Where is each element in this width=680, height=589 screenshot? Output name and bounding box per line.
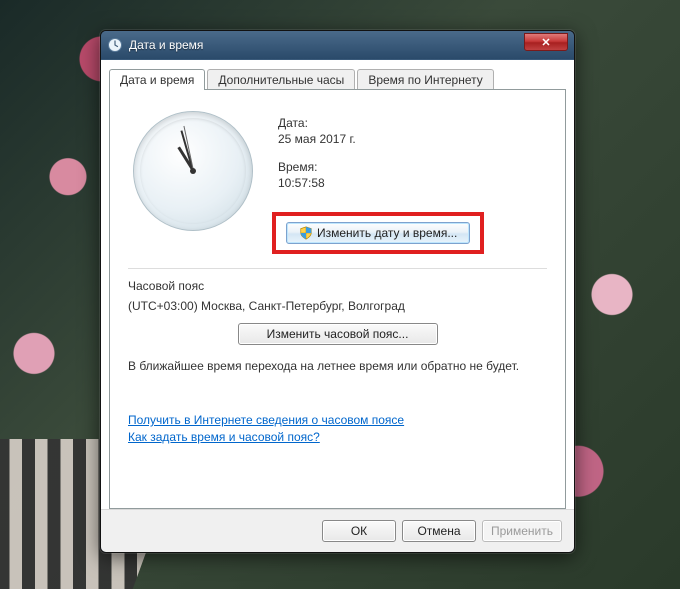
tab-internet-time[interactable]: Время по Интернету: [357, 69, 493, 90]
date-label: Дата:: [278, 116, 547, 130]
date-time-dialog: Дата и время ✕ Дата и время Дополнительн…: [100, 30, 575, 553]
timezone-section-label: Часовой пояс: [128, 279, 547, 293]
shield-icon: [299, 226, 313, 240]
help-links: Получить в Интернете сведения о часовом …: [128, 413, 547, 444]
tab-date-time[interactable]: Дата и время: [109, 69, 205, 90]
clock-icon: [107, 37, 123, 53]
client-area: Дата и время Дополнительные часы Время п…: [101, 59, 574, 509]
date-value: 25 мая 2017 г.: [278, 132, 547, 146]
separator: [128, 268, 547, 269]
timezone-value: (UTC+03:00) Москва, Санкт-Петербург, Вол…: [128, 299, 547, 313]
apply-button[interactable]: Применить: [482, 520, 562, 542]
tab-strip: Дата и время Дополнительные часы Время п…: [109, 69, 566, 90]
time-value: 10:57:58: [278, 176, 547, 190]
time-label: Время:: [278, 160, 547, 174]
tab-additional-clocks[interactable]: Дополнительные часы: [207, 69, 355, 90]
tab-pane: Дата: 25 мая 2017 г. Время: 10:57:58 Изм…: [109, 89, 566, 509]
close-button[interactable]: ✕: [524, 33, 568, 51]
titlebar[interactable]: Дата и время ✕: [101, 31, 574, 59]
datetime-readout: Дата: 25 мая 2017 г. Время: 10:57:58 Изм…: [278, 106, 547, 254]
highlight-annotation: Изменить дату и время...: [272, 212, 484, 254]
timezone-info-link[interactable]: Получить в Интернете сведения о часовом …: [128, 413, 547, 427]
howto-link[interactable]: Как задать время и часовой пояс?: [128, 430, 547, 444]
ok-button[interactable]: ОК: [322, 520, 396, 542]
window-title: Дата и время: [129, 38, 524, 52]
change-date-time-button[interactable]: Изменить дату и время...: [286, 222, 470, 244]
change-timezone-button[interactable]: Изменить часовой пояс...: [238, 323, 438, 345]
cancel-button[interactable]: Отмена: [402, 520, 476, 542]
change-date-time-label: Изменить дату и время...: [317, 226, 457, 240]
change-timezone-label: Изменить часовой пояс...: [267, 327, 409, 341]
close-icon: ✕: [541, 36, 550, 49]
datetime-section: Дата: 25 мая 2017 г. Время: 10:57:58 Изм…: [128, 106, 547, 254]
analog-clock-wrap: [128, 106, 258, 236]
clock-center: [190, 168, 196, 174]
dialog-button-bar: ОК Отмена Применить: [101, 509, 574, 552]
dst-note: В ближайшее время перехода на летнее вре…: [128, 359, 547, 373]
analog-clock: [133, 111, 253, 231]
